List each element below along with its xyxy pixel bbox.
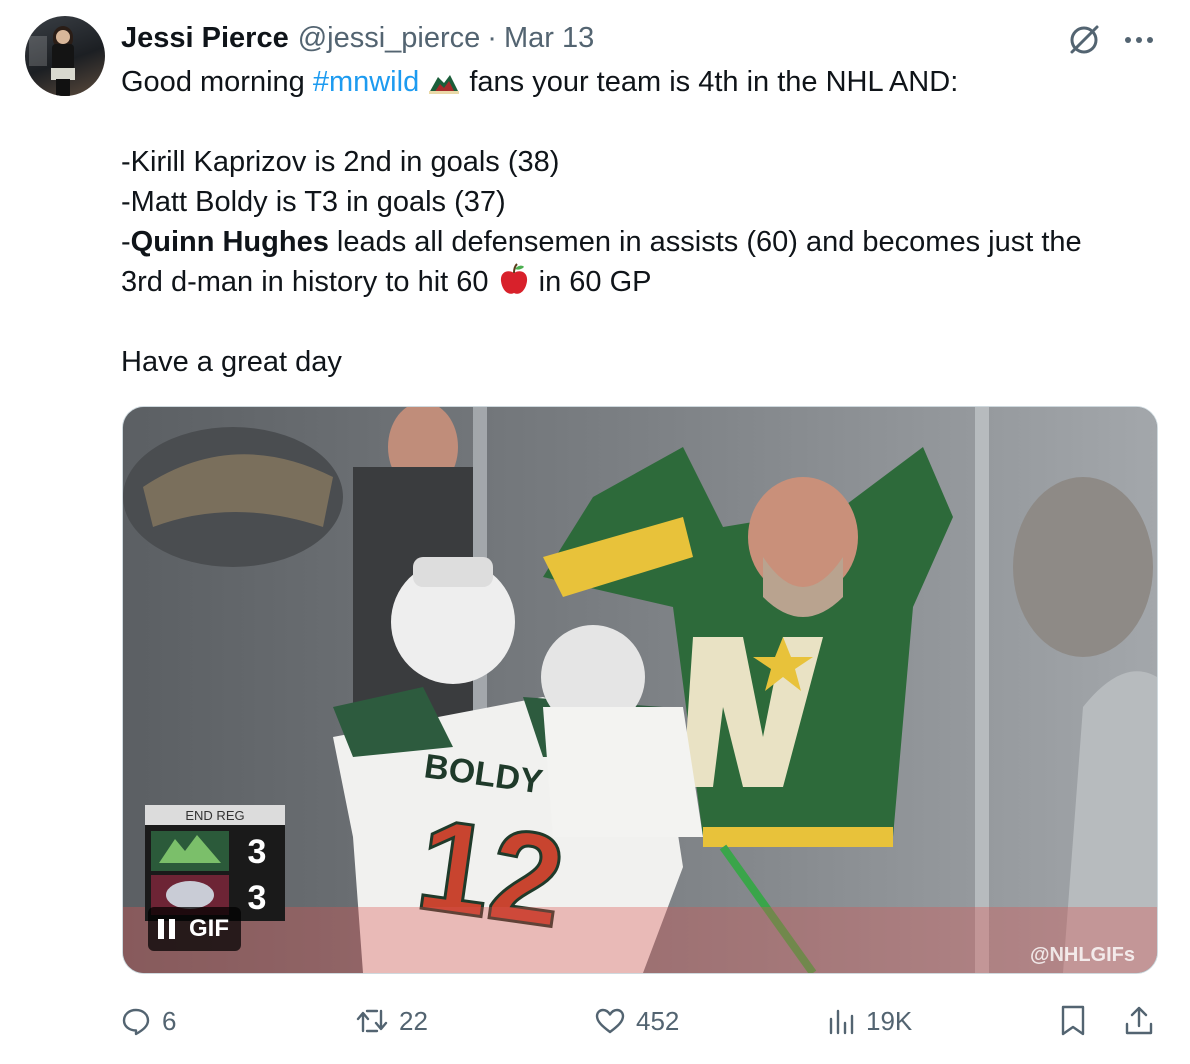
tweet-line-5: 3rd d-man in history to hit 60 in 60 GP [121,262,1166,302]
wild-logo-icon [429,75,460,94]
gif-media[interactable]: BOLDY 12 END REG 3 3 @NHLGIFs GIF [122,406,1158,974]
pause-icon [158,919,175,939]
gif-label: GIF [189,915,229,942]
avatar-background [29,36,47,66]
repost-button[interactable]: 22 [355,1000,428,1042]
tweet-body: Good morning #mnwild fans your team is 4… [121,62,1166,382]
watermark: @NHLGIFs [1030,944,1135,966]
avatar-top [52,44,74,70]
gif-play-pause-button[interactable]: GIF [148,907,241,951]
reply-count: 6 [162,1005,177,1036]
like-count: 452 [636,1005,680,1036]
scoreboard-period: END REG [185,808,244,823]
avatar-legs [56,79,70,96]
heart-icon [595,1008,625,1034]
more-options-icon[interactable] [1119,22,1159,58]
apple-icon [500,263,527,294]
text-segment: in 60 GP [530,266,652,298]
author-name[interactable]: Jessi Pierce [121,22,289,55]
away-score: 3 [248,879,267,917]
bold-name: Quinn Hughes [130,226,329,258]
tweet-line-1: Good morning #mnwild fans your team is 4… [121,62,1166,102]
tweet-line-4: -Quinn Hughes leads all defensemen in as… [121,222,1166,262]
bookmark-button[interactable] [1058,1000,1098,1042]
tweet-line-6: Have a great day [121,346,342,378]
tweet-header: Jessi Pierce @jessi_pierce · Mar 13 [121,18,594,58]
tweet-date[interactable]: Mar 13 [504,22,594,55]
like-button[interactable]: 452 [594,1000,679,1042]
tweet-line-2: -Kirill Kaprizov is 2nd in goals (38) [121,146,560,178]
scoreboard: END REG 3 3 [145,805,285,921]
grok-icon[interactable] [1064,20,1104,60]
gif-frame: BOLDY 12 END REG 3 3 @NHLGIFs [123,407,1157,973]
author-handle[interactable]: @jessi_pierce [298,22,481,55]
home-score: 3 [248,833,267,871]
bookmark-icon [1061,1005,1085,1036]
text-segment: leads all defensemen in assists (60) and… [328,226,1082,258]
tweet-actions: 6 22 452 19K [120,1000,1160,1042]
header-separator: · [487,21,497,54]
reply-button[interactable]: 6 [120,1000,176,1042]
author-avatar[interactable] [25,16,105,96]
avatar-face [56,30,70,44]
share-icon [1125,1006,1153,1035]
repost-icon [356,1009,388,1033]
hashtag-link[interactable]: #mnwild [313,66,419,98]
share-button[interactable] [1123,1000,1165,1042]
tweet-line-3: -Matt Boldy is T3 in goals (37) [121,186,506,218]
views-icon [829,1009,854,1035]
text-segment: fans your team is 4th in the NHL AND: [461,66,959,98]
text-segment: Good morning [121,66,313,98]
views-count: 19K [866,1005,913,1036]
text-segment: - [121,226,131,258]
text-segment: 3rd d-man in history to hit 60 [121,266,497,298]
views-button[interactable]: 19K [826,1000,912,1042]
repost-count: 22 [399,1005,428,1036]
reply-icon [122,1008,150,1036]
